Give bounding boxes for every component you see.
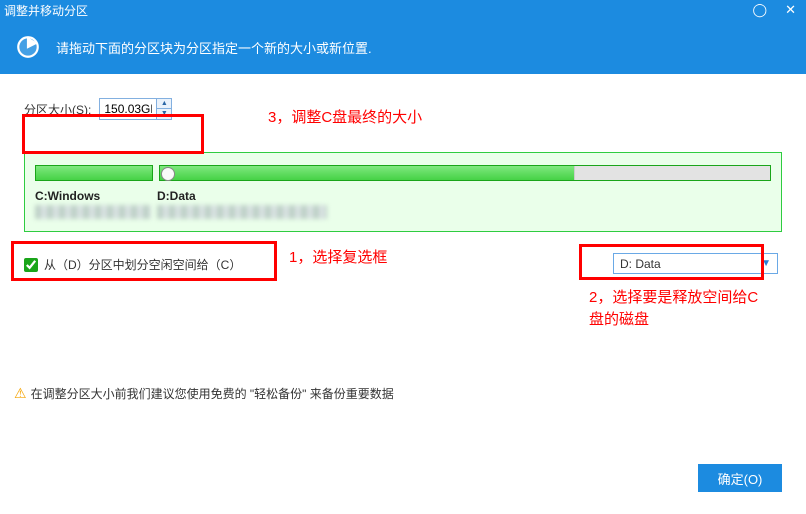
warning-row: ⚠ 在调整分区大小前我们建议您使用免费的 "轻松备份" 来备份重要数据 [14,385,394,402]
partition-diagram: C:Windows D:Data [24,152,782,232]
warning-icon: ⚠ [14,385,27,402]
allocate-checkbox-label: 从（D）分区中划分空闲空间给（C） [44,256,241,273]
size-input[interactable] [100,102,156,116]
warning-text: 在调整分区大小前我们建议您使用免费的 "轻松备份" 来备份重要数据 [31,385,394,402]
partition-bar-c[interactable] [35,165,153,181]
size-up-button[interactable]: ▲ [157,99,171,109]
size-label: 分区大小(S): [24,101,91,118]
partition-details-blurred [35,205,771,219]
partition-bars [35,163,771,183]
allocate-checkbox[interactable] [24,258,38,272]
annotation-text-1: 1，选择复选框 [289,246,387,267]
ok-button[interactable]: 确定(O) [698,464,782,492]
partition-labels: C:Windows D:Data [35,189,771,203]
help-icon[interactable]: ◯ [753,2,768,18]
annotation-text-2: 2，选择要是释放空间给C盘的磁盘 [589,287,769,331]
size-spinners: ▲ ▼ [156,99,171,119]
titlebar-controls: ◯ ✕ [753,2,802,18]
partition-bar-d[interactable] [159,165,771,181]
size-down-button[interactable]: ▼ [157,109,171,119]
content-area: 分区大小(S): ▲ ▼ C:Windows D:Data 从（D）分区中划分空… [0,74,806,273]
blur-d [157,205,327,219]
header: 请拖动下面的分区块为分区指定一个新的大小或新位置. [0,20,806,74]
blur-c [35,205,151,219]
select-value: D: Data [620,257,661,271]
size-input-group: ▲ ▼ [99,98,172,120]
close-icon[interactable]: ✕ [785,2,796,18]
source-partition-select[interactable]: D: Data ▼ [613,253,778,274]
header-instruction: 请拖动下面的分区块为分区指定一个新的大小或新位置. [56,38,372,57]
window-title: 调整并移动分区 [4,2,753,19]
annotation-text-3: 3，调整C盘最终的大小 [268,106,422,127]
partition-drag-handle[interactable] [161,167,175,181]
titlebar: 调整并移动分区 ◯ ✕ [0,0,806,20]
label-d: D:Data [157,189,196,203]
partition-icon [14,33,42,61]
chevron-down-icon: ▼ [761,258,771,269]
label-c: C:Windows [35,189,151,203]
